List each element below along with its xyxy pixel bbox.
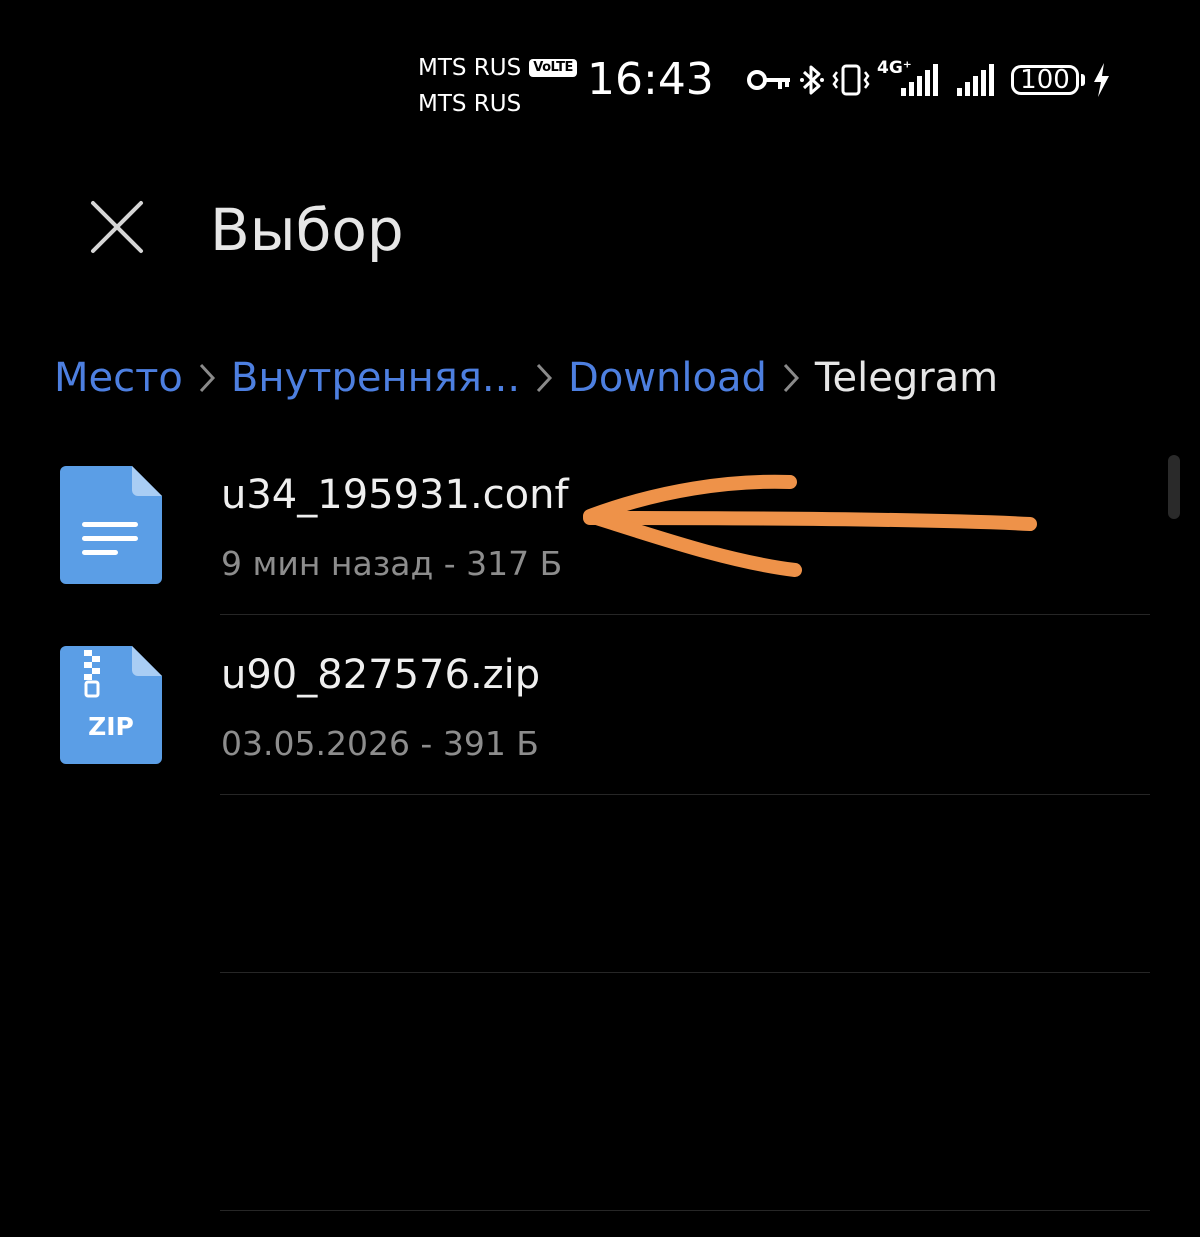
breadcrumb-item-internal-storage[interactable]: Внутренняя... [231,355,520,401]
carrier-2: MTS RUS [418,86,577,122]
file-name: u90_827576.zip [221,652,541,698]
file-name: u34_195931.conf [221,472,569,518]
battery-icon: 100 [1011,65,1085,95]
file-meta: 9 мин назад - 317 Б [221,544,563,583]
carrier-1-label: MTS RUS [418,55,522,81]
close-button[interactable] [84,196,150,262]
carrier-2-label: MTS RUS [418,91,522,117]
file-meta: 03.05.2026 - 391 Б [221,724,539,763]
breadcrumb-item-telegram: Telegram [814,355,999,401]
breadcrumb-item-location[interactable]: Место [54,355,183,401]
key-icon [745,66,793,94]
battery-level: 100 [1011,65,1079,95]
bluetooth-icon [799,62,825,98]
carrier-1: MTS RUS VoLTE [418,50,577,86]
status-clock: 16:43 [587,54,714,105]
zip-icon: ZIP [60,646,162,764]
list-divider [220,794,1150,795]
list-divider [220,1210,1150,1211]
annotation-arrow-icon [570,462,1050,596]
scrollbar[interactable] [1168,455,1180,519]
list-divider [220,972,1150,973]
chevron-right-icon [520,362,568,394]
carrier-info: MTS RUS VoLTE MTS RUS [418,50,577,122]
battery-tip [1081,74,1085,86]
volte-badge: VoLTE [529,59,577,77]
breadcrumb-item-download[interactable]: Download [568,355,767,401]
chevron-right-icon [183,362,231,394]
breadcrumb: Место Внутренняя... Download Telegram [54,350,998,406]
charging-icon [1091,61,1111,99]
vibrate-icon [831,62,871,98]
close-icon [89,199,145,259]
signal-icon: 4G⁺ [877,58,947,100]
zip-icon-label: ZIP [88,712,134,741]
status-icons: 4G⁺ 100 [745,58,1111,102]
document-icon [60,466,162,584]
file-list-item[interactable]: ZIP u90_827576.zip 03.05.2026 - 391 Б [0,616,1200,794]
chevron-right-icon [767,362,815,394]
list-divider [220,614,1150,615]
signal-icon [953,60,1005,100]
page-title: Выбор [210,196,404,264]
